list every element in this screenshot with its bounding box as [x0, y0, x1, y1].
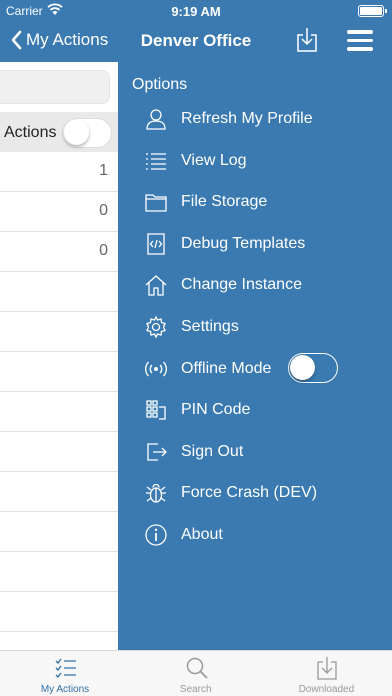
menu-item-label: Force Crash (DEV)	[181, 484, 318, 502]
checklist-icon	[55, 658, 76, 678]
back-button[interactable]: My Actions	[10, 30, 108, 50]
actions-list-screen: Actions 1 0 0	[0, 62, 118, 650]
page-title: Denver Office	[140, 31, 252, 50]
menu-item-view-log[interactable]: View Log	[118, 141, 392, 181]
list-item[interactable]	[0, 512, 118, 552]
list-item[interactable]	[0, 272, 118, 312]
gear-icon	[146, 315, 166, 339]
menu-item-label: Change Instance	[181, 276, 302, 294]
navigation-bar: My Actions Denver Office	[0, 22, 392, 62]
menu-item-file-storage[interactable]: File Storage	[118, 182, 392, 222]
item-count: 0	[99, 202, 108, 219]
actions-toggle[interactable]	[62, 118, 112, 148]
search-icon	[186, 657, 208, 679]
offline-mode-toggle[interactable]	[288, 352, 338, 383]
broadcast-icon	[144, 361, 168, 377]
list-icon	[146, 152, 166, 170]
menu-item-label: Offline Mode	[181, 359, 272, 377]
list-item[interactable]	[0, 472, 118, 512]
menu-item-pin-code[interactable]: PIN Code	[118, 390, 392, 430]
menu-item-sign-out[interactable]: Sign Out	[118, 432, 392, 472]
menu-item-label: Settings	[181, 318, 239, 335]
tab-search[interactable]: Search	[131, 651, 261, 696]
menu-item-force-crash-dev[interactable]: Force Crash (DEV)	[118, 473, 392, 513]
list-item[interactable]: 0	[0, 192, 118, 232]
info-icon	[145, 524, 167, 546]
tab-label: Search	[179, 684, 212, 695]
tab-bar: My Actions Search Downloaded	[0, 650, 392, 696]
menu-heading: Options	[132, 76, 188, 93]
list-item[interactable]	[0, 312, 118, 352]
download-icon	[317, 657, 338, 680]
list-item[interactable]	[0, 632, 118, 650]
download-icon[interactable]	[296, 27, 318, 53]
hamburger-menu-icon[interactable]	[347, 30, 373, 52]
menu-item-label: About	[181, 526, 223, 543]
list-item[interactable]	[0, 592, 118, 632]
menu-item-label: View Log	[181, 151, 247, 169]
menu-item-label: File Storage	[181, 193, 268, 211]
item-count: 1	[99, 162, 108, 179]
folder-icon	[145, 194, 167, 212]
menu-item-change-instance[interactable]: Change Instance	[118, 265, 392, 305]
status-bar: Carrier 9:19 AM	[0, 0, 392, 22]
menu-item-settings[interactable]: Settings	[118, 307, 392, 347]
back-label: My Actions	[26, 30, 109, 49]
list-item[interactable]	[0, 352, 118, 392]
menu-item-refresh-my-profile[interactable]: Refresh My Profile	[118, 99, 392, 139]
list-item[interactable]	[0, 392, 118, 432]
tab-label: Downloaded	[298, 684, 355, 695]
tab-my-actions[interactable]: My Actions	[0, 651, 130, 696]
battery-icon	[358, 5, 387, 17]
side-menu: Options Refresh My Profile View Log File S…	[118, 62, 392, 650]
chevron-left-icon	[11, 30, 22, 50]
actions-label: Actions	[4, 124, 57, 141]
menu-item-label: Refresh My Profile	[181, 110, 313, 127]
menu-item-label: Sign Out	[181, 442, 244, 460]
menu-item-debug-templates[interactable]: Debug Templates	[118, 224, 392, 264]
user-icon	[146, 109, 166, 130]
actions-filter-row: Actions	[0, 112, 118, 152]
bug-icon	[146, 484, 166, 504]
menu-item-label: Debug Templates	[181, 234, 306, 252]
clock: 9:19 AM	[171, 4, 221, 19]
actions-list: 1 0 0	[0, 152, 118, 650]
item-count: 0	[99, 242, 108, 259]
tab-downloaded[interactable]: Downloaded	[261, 651, 391, 696]
list-item[interactable]	[0, 432, 118, 472]
search-field[interactable]	[0, 70, 110, 104]
menu-item-about[interactable]: About	[118, 515, 392, 555]
list-item[interactable]	[0, 552, 118, 592]
tab-label: My Actions	[40, 684, 90, 695]
list-item[interactable]: 1	[0, 152, 118, 192]
sign-out-icon	[147, 443, 167, 461]
list-item[interactable]: 0	[0, 232, 118, 272]
code-file-icon	[147, 233, 165, 255]
keypad-icon	[146, 400, 166, 420]
home-icon	[145, 275, 167, 297]
menu-item-label: PIN Code	[181, 401, 251, 419]
menu-item-offline-mode[interactable]: Offline Mode	[118, 349, 392, 389]
